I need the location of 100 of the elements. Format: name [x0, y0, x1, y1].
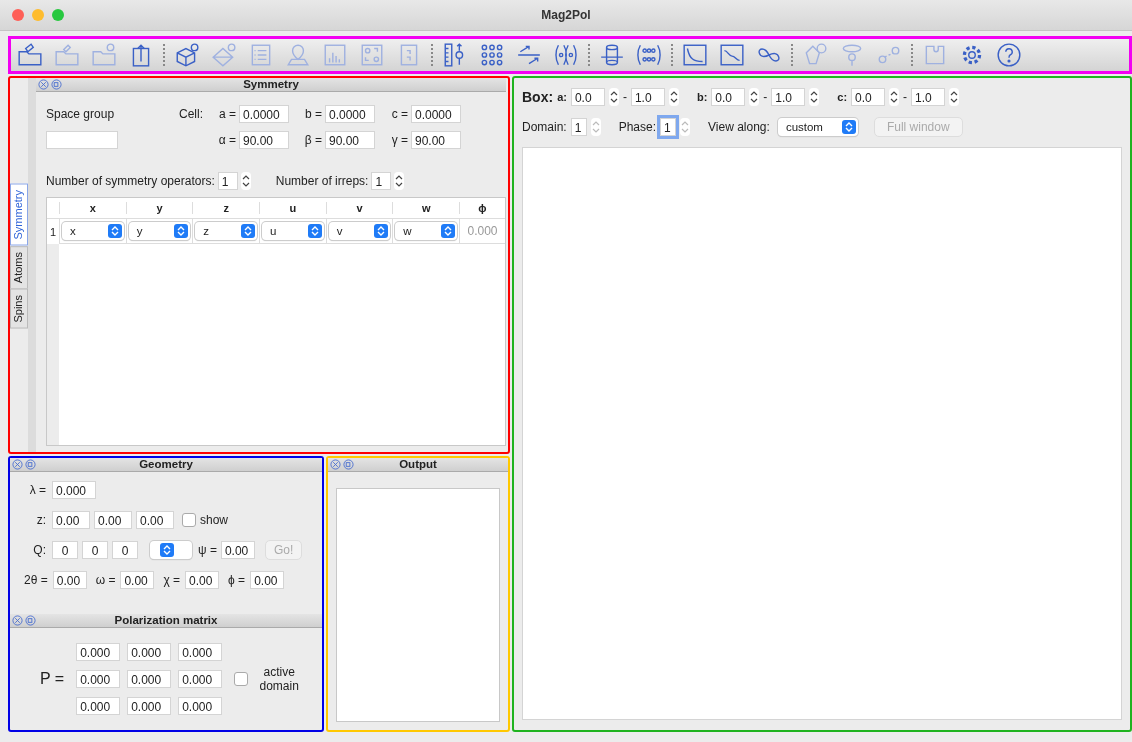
dropdown[interactable]: x — [62, 222, 124, 240]
input-field[interactable]: 0.000 — [127, 670, 172, 688]
angle-label: ϕ = — [228, 572, 246, 587]
panel-title: Geometry — [139, 458, 193, 471]
input-field[interactable]: 0.000 — [127, 697, 172, 715]
input-field[interactable]: 1 — [570, 118, 587, 136]
dropdown[interactable]: v — [328, 222, 391, 240]
float-icon[interactable] — [51, 79, 62, 90]
input-field[interactable]: 0.00 — [136, 510, 174, 529]
dropdown[interactable]: custom — [777, 118, 858, 136]
input-field[interactable]: 1.0 — [630, 88, 665, 106]
input-field[interactable]: 1 — [371, 172, 392, 190]
input-field[interactable]: 0.0000 — [325, 105, 375, 123]
input-field[interactable]: 0.000 — [178, 643, 223, 661]
checkbox[interactable] — [182, 512, 196, 527]
input-field[interactable]: 90.00 — [411, 131, 461, 149]
close-button[interactable] — [12, 9, 24, 21]
input-field[interactable]: 90.00 — [239, 131, 289, 149]
psi-label: ψ = — [198, 542, 217, 557]
input-field[interactable]: 1.0 — [771, 88, 806, 106]
input-field[interactable]: 0.00 — [220, 540, 255, 559]
spinner-button[interactable] — [394, 172, 405, 190]
space-group-label: Space group — [46, 107, 116, 121]
input-field[interactable]: 0.0 — [711, 88, 746, 106]
close-icon[interactable] — [12, 459, 23, 470]
range-dash: - — [903, 90, 908, 104]
input-field[interactable]: 0.00 — [185, 570, 220, 589]
side-tab[interactable]: Spins — [10, 288, 28, 329]
dot-grid-icon — [636, 42, 662, 68]
column-header: z — [192, 202, 259, 214]
chevron-icon — [841, 120, 856, 134]
input-field[interactable]: 0.0000 — [411, 105, 461, 123]
spinner-button[interactable] — [668, 88, 679, 106]
spinner-button[interactable] — [949, 88, 960, 106]
dot-grid-button[interactable] — [634, 42, 664, 68]
dropdown[interactable]: u — [262, 222, 324, 240]
folder-button[interactable] — [15, 42, 45, 68]
curve-chart-button[interactable] — [680, 42, 710, 68]
input-field[interactable]: 0.0000 — [239, 105, 289, 123]
spinner-button[interactable] — [809, 88, 820, 106]
input-field[interactable]: 0.00 — [120, 570, 155, 589]
input-field[interactable]: 1.0 — [911, 88, 946, 106]
input-field[interactable]: 0.00 — [52, 570, 87, 589]
cell-parameter-label: c = — [390, 107, 408, 121]
spinner-button[interactable] — [889, 88, 900, 106]
space-group-field[interactable] — [46, 131, 118, 149]
input-field[interactable]: 0.000 — [178, 670, 223, 688]
input-field[interactable]: 0 — [82, 540, 108, 559]
panel-title: Polarization matrix — [114, 614, 218, 627]
side-tab[interactable]: Symmetry — [10, 184, 28, 246]
axis-label: b: — [696, 91, 708, 103]
chevron-icon — [307, 224, 322, 238]
float-icon[interactable] — [343, 459, 354, 470]
spinner-button[interactable] — [749, 88, 760, 106]
chevron-icon — [374, 224, 389, 238]
float-icon[interactable] — [25, 459, 36, 470]
curve-chart-button[interactable] — [717, 42, 747, 68]
curve-chart-icon — [682, 42, 708, 68]
cylinder-icon — [599, 42, 625, 68]
panel-title: Output — [399, 458, 437, 471]
input-field[interactable]: 0.000 — [76, 697, 121, 715]
input-field[interactable]: 0 — [112, 540, 138, 559]
input-field[interactable]: 0.000 — [127, 643, 172, 661]
output-area[interactable] — [336, 488, 500, 722]
z-label: z: — [35, 512, 46, 527]
input-field[interactable]: 0.000 — [76, 670, 121, 688]
zoom-button[interactable] — [52, 9, 64, 21]
input-field[interactable]: 0 — [52, 540, 78, 559]
dropdown[interactable] — [150, 540, 192, 559]
float-icon[interactable] — [25, 615, 36, 626]
input-field[interactable]: 0.00 — [250, 570, 285, 589]
dropdown[interactable]: z — [195, 222, 257, 240]
close-icon[interactable] — [330, 459, 341, 470]
spinner-button[interactable] — [240, 172, 251, 190]
input-field[interactable]: 0.0 — [851, 88, 886, 106]
irreps-label: Number of irreps: — [275, 174, 369, 188]
input-field[interactable]: 1 — [660, 118, 677, 136]
column-header: v — [325, 202, 393, 214]
input-field[interactable]: 0.000 — [52, 480, 96, 499]
q-label: Q: — [32, 542, 46, 557]
chevron-icon — [441, 224, 455, 238]
checkbox[interactable] — [234, 672, 249, 686]
input-field[interactable]: 0.000 — [178, 697, 223, 715]
side-tab[interactable]: Atoms — [10, 245, 28, 289]
chevron-icon — [174, 224, 189, 238]
cell-parameter-label: β = — [303, 133, 322, 147]
domain-label: Domain: — [522, 120, 567, 134]
input-field[interactable]: 0.000 — [76, 643, 121, 661]
dropdown[interactable]: y — [128, 222, 191, 240]
spinner-button[interactable] — [608, 88, 619, 106]
input-field[interactable]: 0.00 — [94, 510, 132, 529]
input-field[interactable]: 0.00 — [52, 510, 90, 529]
input-field[interactable]: 0.0 — [570, 88, 605, 106]
dropdown[interactable]: w — [395, 222, 457, 240]
close-icon[interactable] — [38, 79, 49, 90]
angle-label: ω = — [95, 572, 116, 587]
close-icon[interactable] — [12, 615, 23, 626]
chevron-icon — [107, 224, 122, 238]
input-field[interactable]: 90.00 — [325, 131, 375, 149]
input-field[interactable]: 1 — [217, 172, 238, 190]
